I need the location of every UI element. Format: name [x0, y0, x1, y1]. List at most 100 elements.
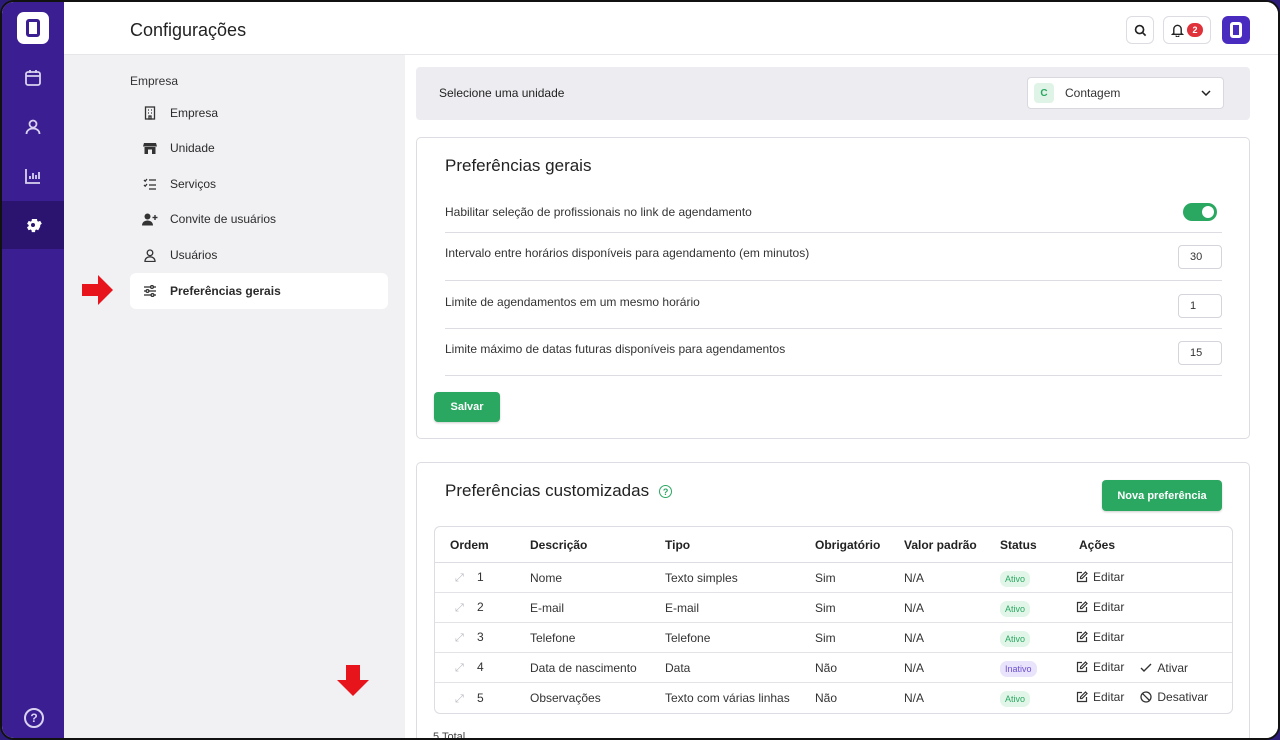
- action-label: Editar: [1093, 569, 1125, 584]
- column-header[interactable]: Valor padrão: [904, 527, 1000, 563]
- column-header[interactable]: Obrigatório: [815, 527, 904, 563]
- edit-icon: [1076, 570, 1088, 582]
- user-avatar[interactable]: [1222, 16, 1250, 44]
- column-header[interactable]: Tipo: [665, 527, 815, 563]
- drag-handle-icon[interactable]: ⤢: [455, 662, 465, 675]
- app-logo[interactable]: [17, 12, 49, 44]
- general-preferences-card: Preferências gerais Habilitar seleção de…: [416, 137, 1250, 439]
- user-plus-icon: [142, 211, 158, 227]
- nav-item-preferencias-gerais[interactable]: Preferências gerais: [130, 273, 388, 309]
- pref-row: Limite de agendamentos em um mesmo horár…: [445, 281, 1222, 329]
- action-label: Desativar: [1157, 690, 1209, 704]
- column-header[interactable]: Ordem: [435, 527, 530, 563]
- table-row: ⤢ 4 Data de nascimento Data Não N/A Inativo Edi…: [435, 653, 1232, 683]
- nav-item-label: Convite de usuários: [170, 212, 277, 226]
- status-badge: Ativo: [1000, 630, 1031, 647]
- annotation-arrow-right-icon: [82, 275, 113, 305]
- order-value: 3: [477, 630, 484, 644]
- help-circle-icon[interactable]: ?: [659, 485, 673, 499]
- professional-selection-toggle[interactable]: [1183, 203, 1217, 221]
- drag-handle-icon[interactable]: ⤢: [455, 572, 465, 585]
- required-cell: Sim: [815, 563, 904, 593]
- notification-badge: 2: [1187, 23, 1203, 37]
- action-label: Editar: [1093, 599, 1125, 614]
- actions-cell: Editar Ativar: [1070, 653, 1232, 683]
- store-icon: [142, 140, 158, 156]
- status-cell: Inativo: [1000, 653, 1070, 683]
- edit-button[interactable]: Editar: [1076, 600, 1124, 614]
- calendar-icon: [25, 70, 41, 86]
- nav-item-unidade[interactable]: Unidade: [130, 130, 388, 166]
- drag-handle-icon[interactable]: ⤢: [455, 693, 465, 706]
- new-preference-button[interactable]: Nova preferência: [1102, 480, 1222, 511]
- pref-label: Intervalo entre horários disponíveis par…: [445, 246, 810, 260]
- edit-icon: [1076, 660, 1088, 672]
- default-value-cell: N/A: [904, 593, 1000, 623]
- page-title: Configurações: [130, 20, 247, 40]
- unit-select[interactable]: C Contagem: [1027, 77, 1224, 109]
- default-value-cell: N/A: [904, 653, 1000, 683]
- edit-icon: [1076, 691, 1088, 703]
- future-dates-input[interactable]: 15: [1178, 341, 1222, 365]
- edit-button[interactable]: Editar: [1076, 660, 1124, 674]
- pref-row: Limite máximo de datas futuras disponíve…: [445, 329, 1222, 376]
- column-header[interactable]: Descrição: [530, 527, 665, 563]
- help-icon[interactable]: ?: [24, 708, 44, 728]
- actions-cell: Editar: [1070, 623, 1232, 653]
- edit-button[interactable]: Editar: [1076, 630, 1124, 644]
- save-button[interactable]: Salvar: [434, 392, 500, 422]
- user-icon: [25, 119, 41, 135]
- building-icon: [142, 105, 158, 121]
- description-cell: Nome: [530, 563, 665, 593]
- search-icon: [1134, 24, 1146, 36]
- settings-nav: Empresa Empresa Unidade Serviços Convite…: [64, 55, 405, 738]
- drag-handle-icon[interactable]: ⤢: [455, 602, 465, 615]
- bell-icon: [1171, 24, 1185, 37]
- status-cell: Ativo: [1000, 593, 1070, 623]
- table-header-row: Ordem Descrição Tipo Obrigatório Valor p…: [435, 527, 1232, 563]
- chart-icon: [25, 169, 40, 184]
- check-icon: [1140, 663, 1152, 672]
- type-cell: Telefone: [665, 623, 815, 653]
- order-cell: ⤢ 4: [435, 653, 530, 683]
- rail-item-settings[interactable]: [2, 201, 64, 249]
- action-label: Editar: [1093, 629, 1125, 644]
- slot-limit-input[interactable]: 1: [1178, 294, 1222, 318]
- order-cell: ⤢ 1: [435, 563, 530, 593]
- status-badge: Inativo: [1000, 660, 1037, 677]
- nav-item-servicos[interactable]: Serviços: [130, 166, 388, 202]
- notifications-button[interactable]: 2: [1163, 16, 1211, 44]
- pref-label: Limite máximo de datas futuras disponíve…: [445, 342, 786, 356]
- rail-item-calendar[interactable]: [2, 54, 64, 102]
- interval-input[interactable]: 30: [1178, 245, 1222, 269]
- status-cell: Ativo: [1000, 623, 1070, 653]
- default-value-cell: N/A: [904, 563, 1000, 593]
- ban-icon: [1140, 691, 1153, 703]
- nav-item-convite[interactable]: Convite de usuários: [130, 201, 388, 237]
- custom-preferences-card: Preferências customizadas? Nova preferên…: [416, 462, 1250, 738]
- pref-label: Limite de agendamentos em um mesmo horár…: [445, 295, 700, 309]
- edit-button[interactable]: Editar: [1076, 690, 1124, 704]
- search-button[interactable]: [1126, 16, 1154, 44]
- order-cell: ⤢ 2: [435, 593, 530, 623]
- order-value: 2: [477, 600, 484, 614]
- description-cell: Observações: [530, 691, 601, 705]
- annotation-arrow-down-icon: [337, 665, 369, 696]
- nav-item-usuarios[interactable]: Usuários: [130, 237, 388, 273]
- rail-item-reports[interactable]: [2, 152, 64, 200]
- column-header: Ações: [1070, 527, 1232, 563]
- rail-item-users[interactable]: [2, 103, 64, 151]
- required-cell: Não: [815, 691, 838, 705]
- nav-item-label: Usuários: [170, 248, 218, 262]
- edit-button[interactable]: Editar: [1076, 570, 1124, 584]
- drag-handle-icon[interactable]: ⤢: [455, 632, 465, 645]
- status-badge: Ativo: [1000, 600, 1031, 617]
- status-cell: Ativo: [1000, 683, 1070, 713]
- list-check-icon: [142, 176, 158, 192]
- app-window: ? Configurações 2 Empresa Empresa Unidad…: [0, 0, 1280, 740]
- column-header[interactable]: Status: [1000, 527, 1070, 563]
- pref-row: Intervalo entre horários disponíveis par…: [445, 233, 1222, 281]
- deactivate-button[interactable]: Desativar: [1140, 690, 1208, 704]
- nav-item-empresa[interactable]: Empresa: [130, 95, 388, 131]
- activate-button[interactable]: Ativar: [1140, 661, 1188, 675]
